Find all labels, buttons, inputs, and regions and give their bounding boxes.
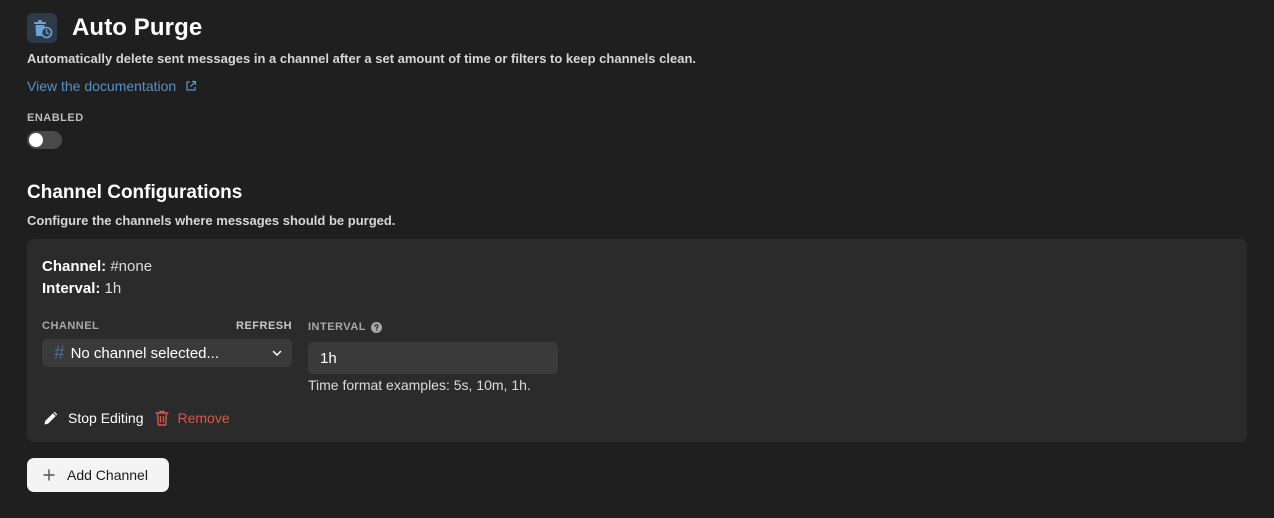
interval-field-label: INTERVAL: [308, 321, 366, 333]
stop-editing-button[interactable]: Stop Editing: [42, 409, 144, 427]
channel-select-value: No channel selected...: [70, 344, 220, 362]
header: Auto Purge: [27, 13, 202, 43]
page-title: Auto Purge: [72, 14, 203, 41]
enabled-label: ENABLED: [27, 112, 84, 124]
toggle-knob: [29, 133, 43, 147]
help-icon[interactable]: [371, 321, 382, 333]
summary-channel-value: #none: [110, 258, 153, 275]
stop-editing-label: Stop Editing: [68, 410, 144, 426]
channel-hash-icon: #: [54, 342, 65, 364]
channel-select[interactable]: # No channel selected...: [42, 339, 292, 367]
refresh-button[interactable]: REFRESH: [236, 320, 292, 332]
section-title: Channel Configurations: [27, 182, 243, 203]
remove-label: Remove: [177, 410, 230, 426]
interval-hint: Time format examples: 5s, 10m, 1h.: [308, 377, 531, 393]
pencil-icon: [42, 409, 60, 427]
section-description: Configure the channels where messages sh…: [27, 213, 396, 228]
auto-purge-page: Auto Purge Automatically delete sent mes…: [0, 0, 1274, 518]
remove-button[interactable]: Remove: [154, 409, 230, 427]
summary-interval-value: 1h: [104, 280, 122, 297]
documentation-link-label: View the documentation: [27, 78, 177, 94]
channel-field-label: CHANNEL: [42, 320, 100, 332]
enabled-toggle[interactable]: [27, 131, 62, 149]
plus-icon: [43, 469, 55, 481]
trash-icon: [154, 409, 170, 427]
summary-channel-label: Channel:: [42, 258, 107, 275]
add-channel-label: Add Channel: [67, 467, 148, 483]
summary-interval: Interval: 1h: [42, 280, 121, 297]
summary-channel: Channel: #none: [42, 258, 152, 275]
summary-interval-label: Interval:: [42, 280, 101, 297]
page-description: Automatically delete sent messages in a …: [27, 51, 696, 66]
chevron-down-icon: [272, 348, 282, 358]
external-link-icon: [185, 80, 197, 92]
auto-purge-icon: [27, 13, 57, 43]
interval-input[interactable]: [308, 342, 558, 374]
channel-config-card: Channel: #none Interval: 1h CHANNEL REFR…: [27, 239, 1247, 442]
add-channel-button[interactable]: Add Channel: [27, 458, 169, 492]
documentation-link[interactable]: View the documentation: [27, 78, 197, 94]
config-actions: Stop Editing Remove: [42, 409, 230, 427]
interval-field-label-group: INTERVAL: [308, 321, 382, 333]
